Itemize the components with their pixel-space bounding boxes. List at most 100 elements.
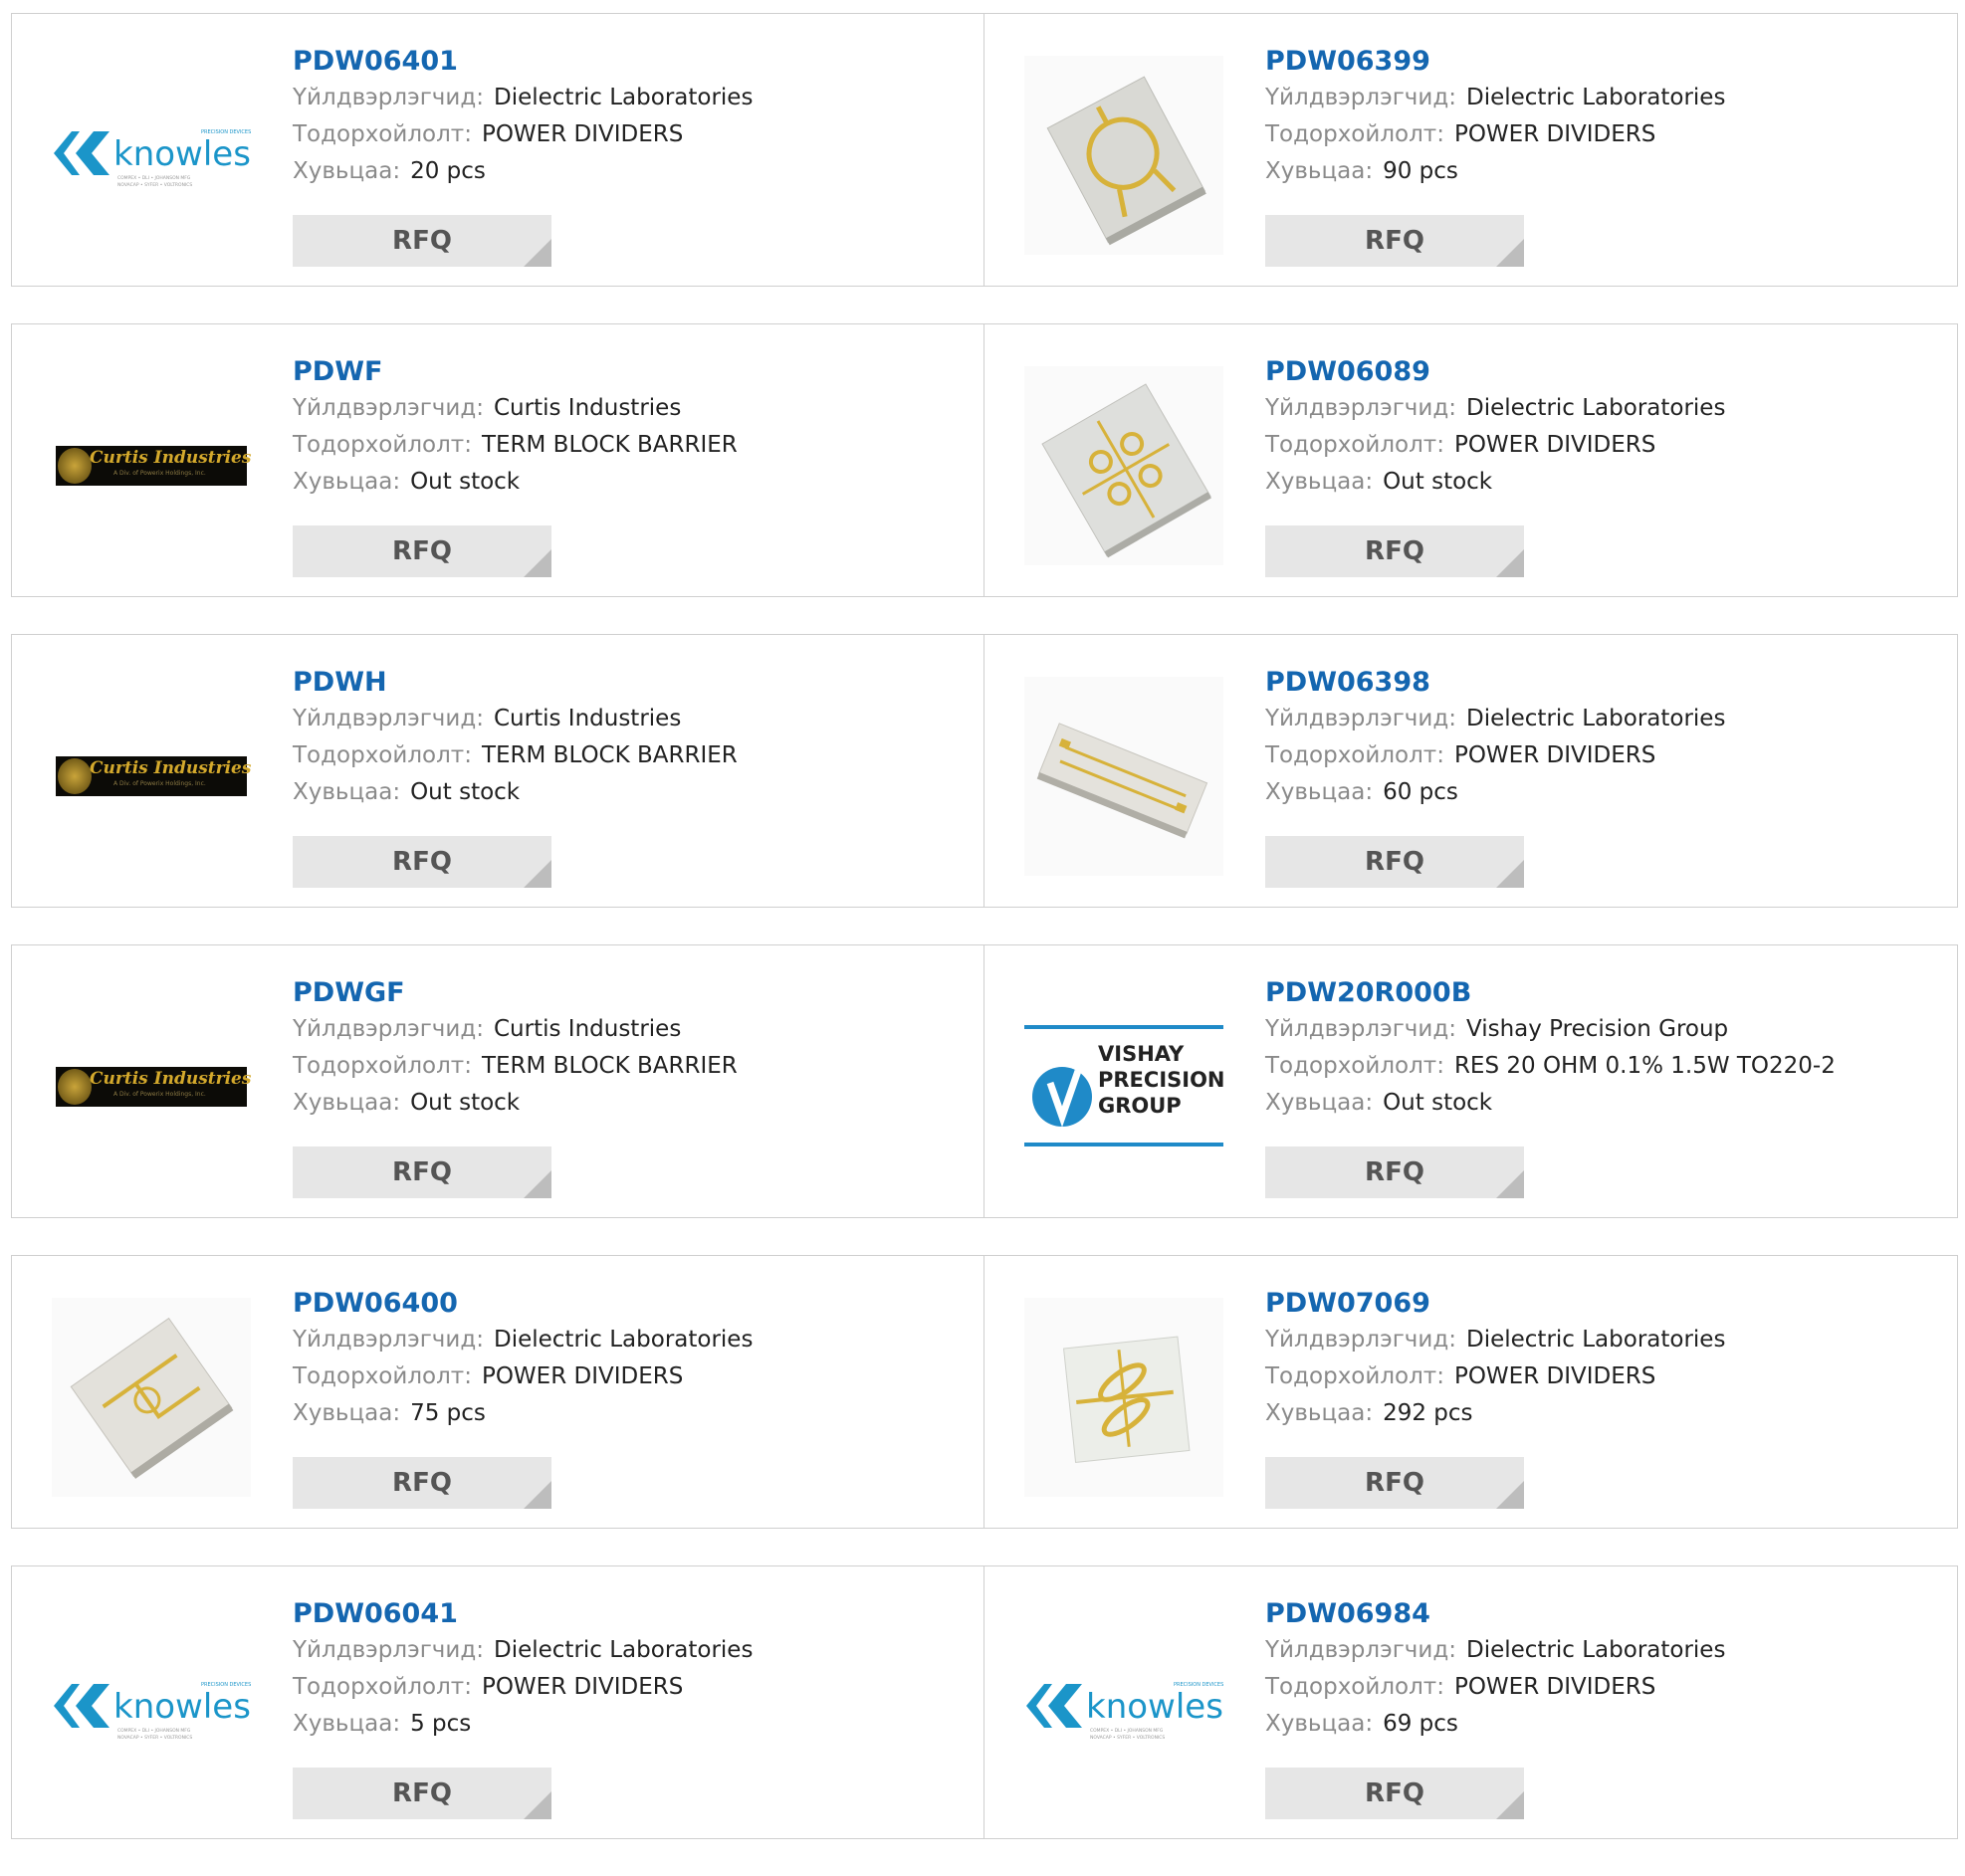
power-divider-chip-image [1024,366,1223,565]
product-row: PDW06400 Үйлдвэрлэгчид: Dielectric Labora… [11,1255,1959,1529]
svg-text:NOVACAP • SYFER • VOLTRONICS: NOVACAP • SYFER • VOLTRONICS [117,1735,192,1741]
product-image[interactable]: VISHAY PRECISION GROUP [1024,987,1223,1186]
product-card: Curtis Industries A Div. of Powerix Hold… [11,634,984,908]
description-line: Тодорхойлолт: POWER DIVIDERS [293,1669,964,1706]
stock-value: Out stock [1383,469,1493,495]
manufacturer-line: Үйлдвэрлэгчид: Curtis Industries [293,701,964,737]
product-grid: knowles PRECISION DEVICES COMPEX • DLI •… [11,13,1959,1876]
part-number-link[interactable]: PDW06398 [1265,665,1937,701]
part-number-link[interactable]: PDWGF [293,975,964,1011]
product-info: PDW06984 Үйлдвэрлэгчид: Dielectric Labora… [1265,1596,1937,1743]
product-image[interactable] [52,1298,251,1497]
rfq-label: RFQ [1365,1468,1424,1498]
description-label: Тодорхойлолт: [293,432,472,458]
svg-text:PRECISION DEVICES: PRECISION DEVICES [201,1682,251,1688]
stock-value: Out stock [410,469,521,495]
stock-label: Хувьцаа: [1265,158,1374,184]
stock-line: Хувьцаа: Out stock [293,464,964,501]
product-image[interactable] [1024,677,1223,876]
description-label: Тодорхойлолт: [1265,432,1444,458]
stock-line: Хувьцаа: Out stock [293,774,964,811]
rfq-button[interactable]: RFQ [293,836,551,888]
stock-label: Хувьцаа: [293,1090,401,1116]
product-image[interactable]: Curtis Industries A Div. of Powerix Hold… [52,677,251,876]
manufacturer-line: Үйлдвэрлэгчид: Dielectric Laboratories [1265,390,1937,427]
description-label: Тодорхойлолт: [1265,742,1444,768]
manufacturer-label: Үйлдвэрлэгчид: [293,1016,484,1042]
product-image[interactable]: knowles PRECISION DEVICES COMPEX • DLI •… [1024,1608,1223,1807]
rfq-button[interactable]: RFQ [1265,1768,1524,1819]
stock-label: Хувьцаа: [1265,469,1374,495]
corner-triangle-icon [524,239,551,267]
product-image[interactable] [1024,56,1223,255]
rfq-button[interactable]: RFQ [1265,215,1524,267]
svg-text:NOVACAP • SYFER • VOLTRONICS: NOVACAP • SYFER • VOLTRONICS [1090,1735,1165,1741]
description-line: Тодорхойлолт: POWER DIVIDERS [1265,1669,1937,1706]
rfq-label: RFQ [392,536,452,566]
rfq-button[interactable]: RFQ [293,1457,551,1509]
part-number-link[interactable]: PDW06400 [293,1286,964,1322]
product-card: PDW06399 Үйлдвэрлэгчид: Dielectric Labora… [984,13,1958,287]
product-card: Curtis Industries A Div. of Powerix Hold… [11,944,984,1218]
description-line: Тодорхойлолт: POWER DIVIDERS [1265,737,1937,774]
manufacturer-line: Үйлдвэрлэгчид: Dielectric Laboratories [293,80,964,116]
part-number-link[interactable]: PDWH [293,665,964,701]
part-number-link[interactable]: PDW06399 [1265,44,1937,80]
rfq-button[interactable]: RFQ [293,1768,551,1819]
stock-line: Хувьцаа: Out stock [1265,1085,1937,1122]
stock-label: Хувьцаа: [1265,1711,1374,1737]
corner-triangle-icon [1496,1170,1524,1198]
description-label: Тодорхойлолт: [293,742,472,768]
rfq-button[interactable]: RFQ [1265,1146,1524,1198]
stock-value: 5 pcs [410,1711,472,1737]
svg-text:NOVACAP • SYFER • VOLTRONICS: NOVACAP • SYFER • VOLTRONICS [117,182,192,188]
svg-text:COMPEX • DLI • JOHANSON MFG: COMPEX • DLI • JOHANSON MFG [117,175,191,181]
corner-triangle-icon [1496,1791,1524,1819]
rfq-label: RFQ [392,226,452,256]
manufacturer-line: Үйлдвэрлэгчид: Dielectric Laboratories [1265,80,1937,116]
rfq-label: RFQ [1365,536,1424,566]
product-info: PDW06398 Үйлдвэрлэгчид: Dielectric Labora… [1265,665,1937,811]
rfq-button[interactable]: RFQ [293,525,551,577]
rfq-button[interactable]: RFQ [1265,1457,1524,1509]
manufacturer-line: Үйлдвэрлэгчид: Dielectric Laboratories [1265,1632,1937,1669]
manufacturer-value: Dielectric Laboratories [493,85,754,110]
stock-line: Хувьцаа: 292 pcs [1265,1395,1937,1432]
manufacturer-value: Dielectric Laboratories [1465,706,1726,731]
stock-label: Хувьцаа: [293,779,401,805]
svg-text:knowles: knowles [113,1687,251,1727]
description-value: TERM BLOCK BARRIER [481,742,738,768]
stock-value: 292 pcs [1383,1400,1473,1426]
product-image[interactable]: knowles PRECISION DEVICES COMPEX • DLI •… [52,56,251,255]
product-card: knowles PRECISION DEVICES COMPEX • DLI •… [11,1565,984,1839]
rfq-button[interactable]: RFQ [293,1146,551,1198]
product-image[interactable]: Curtis Industries A Div. of Powerix Hold… [52,366,251,565]
product-card: PDW06398 Үйлдвэрлэгчид: Dielectric Labora… [984,634,1958,908]
rfq-button[interactable]: RFQ [1265,836,1524,888]
rfq-button[interactable]: RFQ [293,215,551,267]
stock-value: 90 pcs [1383,158,1458,184]
part-number-link[interactable]: PDW20R000B [1265,975,1937,1011]
product-image[interactable]: knowles PRECISION DEVICES COMPEX • DLI •… [52,1608,251,1807]
product-image[interactable] [1024,1298,1223,1497]
product-info: PDWH Үйлдвэрлэгчид: Curtis Industries Тод… [293,665,964,811]
rfq-button[interactable]: RFQ [1265,525,1524,577]
svg-text:PRECISION: PRECISION [1098,1068,1223,1092]
product-info: PDW07069 Үйлдвэрлэгчид: Dielectric Labora… [1265,1286,1937,1432]
product-image[interactable] [1024,366,1223,565]
part-number-link[interactable]: PDW06089 [1265,354,1937,390]
description-line: Тодорхойлолт: POWER DIVIDERS [1265,1358,1937,1395]
stock-value: Out stock [410,1090,521,1116]
part-number-link[interactable]: PDW06984 [1265,1596,1937,1632]
svg-text:knowles: knowles [113,134,251,174]
part-number-link[interactable]: PDW07069 [1265,1286,1937,1322]
corner-triangle-icon [1496,549,1524,577]
product-info: PDW06089 Үйлдвэрлэгчид: Dielectric Labora… [1265,354,1937,501]
vishay-precision-group-logo: VISHAY PRECISION GROUP [1024,1025,1223,1146]
product-info: PDW06400 Үйлдвэрлэгчид: Dielectric Labora… [293,1286,964,1432]
part-number-link[interactable]: PDW06041 [293,1596,964,1632]
manufacturer-line: Үйлдвэрлэгчид: Vishay Precision Group [1265,1011,1937,1048]
part-number-link[interactable]: PDW06401 [293,44,964,80]
product-image[interactable]: Curtis Industries A Div. of Powerix Hold… [52,987,251,1186]
part-number-link[interactable]: PDWF [293,354,964,390]
